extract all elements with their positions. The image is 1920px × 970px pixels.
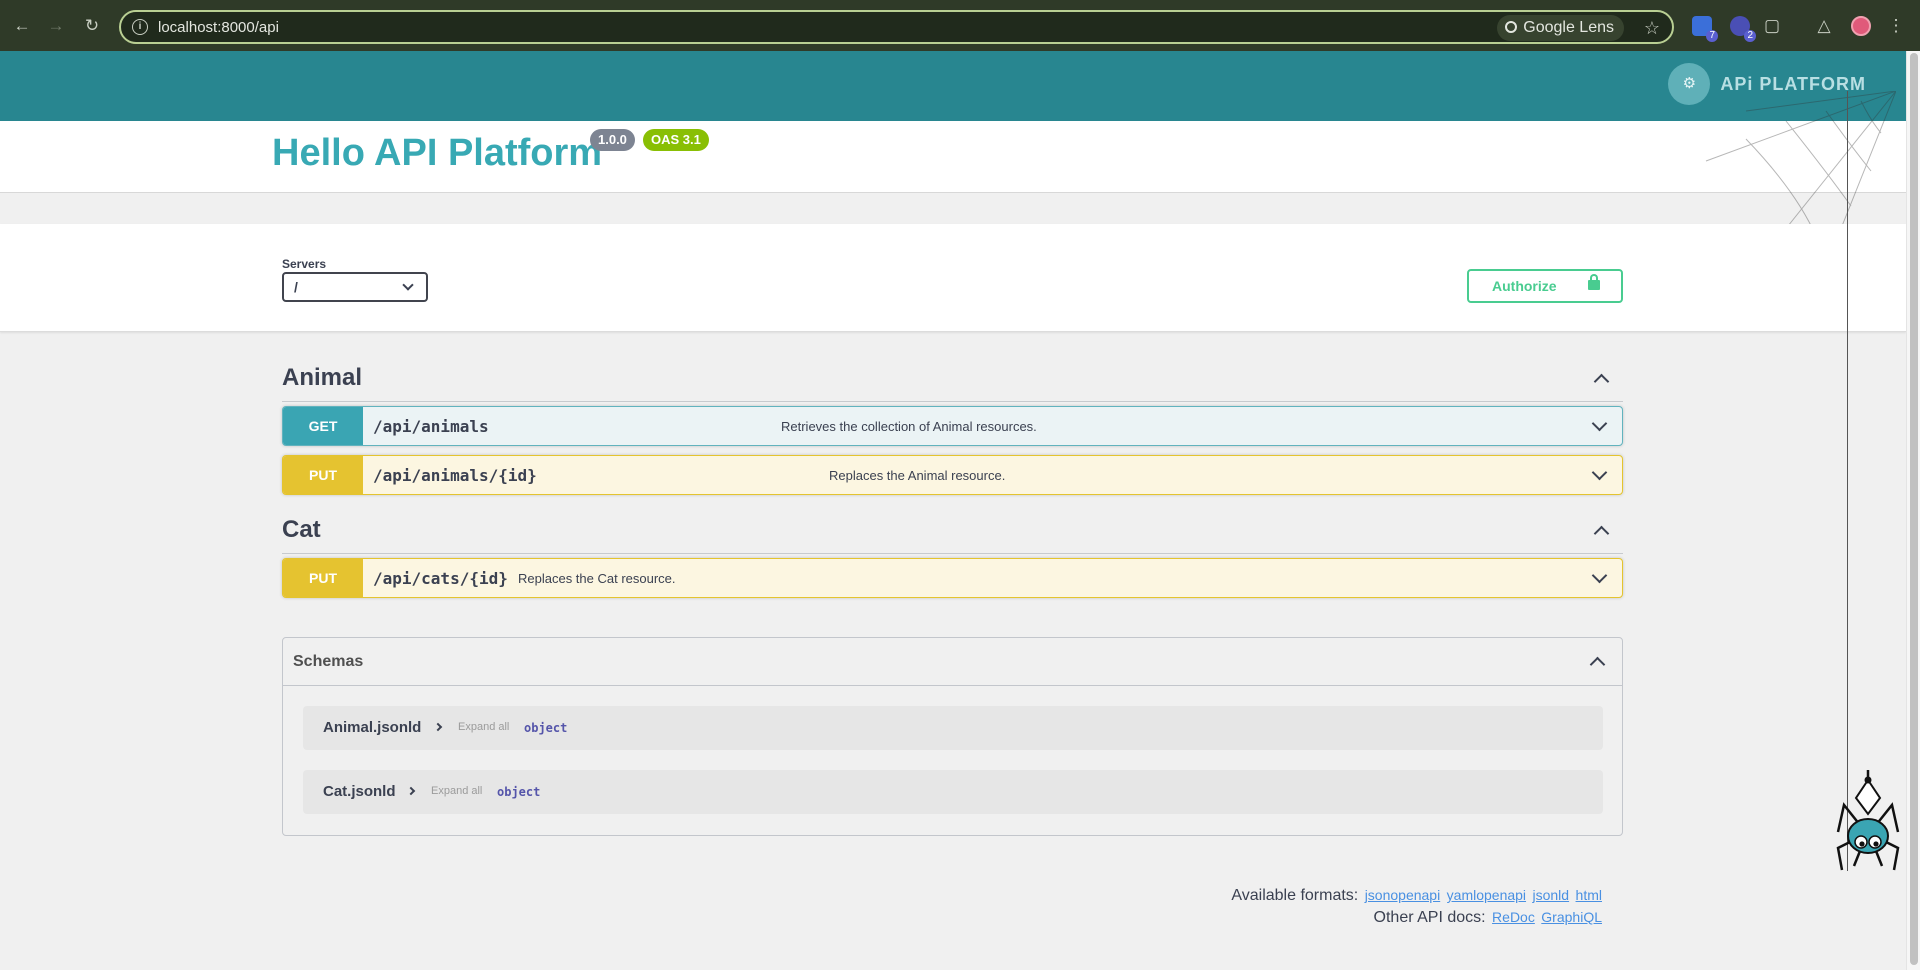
swagger-topbar: ⚙ APi PLATFORM	[0, 51, 1906, 121]
docs-link-redoc[interactable]: ReDoc	[1492, 909, 1535, 925]
chevron-down-icon[interactable]	[1591, 567, 1608, 584]
operation-put-animal[interactable]: PUT /api/animals/{id} Replaces the Anima…	[282, 455, 1623, 495]
operation-summary: Retrieves the collection of Animal resou…	[781, 419, 1037, 434]
method-badge: GET	[283, 407, 363, 445]
site-info-icon[interactable]: i	[132, 19, 148, 35]
servers-label: Servers	[282, 257, 327, 271]
scrollbar-thumb[interactable]	[1910, 53, 1918, 965]
chevron-up-icon[interactable]	[1589, 656, 1606, 673]
schema-name[interactable]: Animal.jsonld	[323, 719, 421, 736]
operation-summary: Replaces the Cat resource.	[518, 571, 676, 586]
operation-path: /api/animals/{id}	[373, 466, 537, 485]
authorize-label: Authorize	[1492, 278, 1557, 294]
servers-select[interactable]: /	[282, 272, 428, 302]
profile-avatar[interactable]	[1851, 16, 1871, 36]
menu-kebab-icon[interactable]: ⋮	[1884, 14, 1908, 38]
format-link-jsonopenapi[interactable]: jsonopenapi	[1365, 887, 1441, 903]
page-scrollbar[interactable]	[1906, 51, 1920, 970]
tag-cat[interactable]: Cat	[282, 508, 1623, 554]
format-link-html[interactable]: html	[1576, 887, 1602, 903]
chevron-down-icon[interactable]	[1591, 464, 1608, 481]
spider-thread-line	[1847, 91, 1848, 871]
browser-toolbar: ← → ↻ i localhost:8000/api Google Lens ☆…	[0, 0, 1920, 51]
tag-title: Animal	[282, 364, 363, 391]
authorize-button[interactable]: Authorize	[1467, 269, 1623, 303]
search-icon	[1505, 21, 1518, 33]
schemas-header[interactable]: Schemas	[283, 638, 1622, 686]
page-title: Hello API Platform	[272, 132, 603, 174]
operation-put-cat[interactable]: PUT /api/cats/{id} Replaces the Cat reso…	[282, 558, 1623, 598]
extension-1-icon[interactable]: 7	[1692, 16, 1718, 42]
expand-all-button[interactable]: Expand all	[431, 785, 482, 797]
operation-path: /api/cats/{id}	[373, 569, 508, 588]
format-link-jsonld[interactable]: jsonld	[1533, 887, 1570, 903]
schema-type: object	[497, 785, 541, 799]
chevron-down-icon	[402, 279, 414, 291]
scheme-container: Servers / Authorize	[0, 224, 1906, 332]
chevron-down-icon[interactable]	[1591, 415, 1608, 432]
method-badge: PUT	[283, 559, 363, 597]
spider-web-decoration	[1705, 91, 1896, 241]
extension-2-badge: 2	[1744, 30, 1756, 42]
other-docs-label: Other API docs:	[1373, 909, 1486, 926]
available-formats: Available formats: jsonopenapi yamlopena…	[1231, 887, 1602, 905]
chevron-right-icon[interactable]	[433, 722, 443, 732]
bookmark-star-icon[interactable]: ☆	[1644, 15, 1660, 41]
schema-animal-jsonld[interactable]: Animal.jsonld Expand all object	[303, 706, 1603, 750]
schema-type: object	[524, 721, 568, 735]
page-viewport: ⚙ APi PLATFORM Hello API Platform 1.0.0 …	[0, 51, 1906, 970]
tag-title: Cat	[282, 516, 321, 543]
chevron-up-icon[interactable]	[1593, 373, 1610, 390]
servers-selected-value: /	[294, 279, 298, 295]
labs-flask-icon[interactable]: △	[1812, 14, 1836, 38]
other-api-docs: Other API docs: ReDoc GraphiQL	[1374, 909, 1602, 927]
info-section: Hello API Platform 1.0.0 OAS 3.1	[0, 121, 1906, 193]
chevron-up-icon[interactable]	[1593, 525, 1610, 542]
operation-get-animals[interactable]: GET /api/animals Retrieves the collectio…	[282, 406, 1623, 446]
schemas-section: Schemas Animal.jsonld Expand all object …	[282, 637, 1623, 836]
operation-path: /api/animals	[373, 417, 489, 436]
spider-mascot-icon	[1836, 770, 1900, 871]
schemas-title: Schemas	[293, 653, 364, 670]
lock-icon	[1588, 274, 1600, 290]
address-input[interactable]: localhost:8000/api	[158, 19, 279, 36]
google-lens-button[interactable]: Google Lens	[1497, 15, 1624, 41]
address-bar[interactable]: i localhost:8000/api Google Lens ☆	[119, 10, 1674, 44]
extension-2-icon[interactable]: 2	[1730, 16, 1756, 42]
extensions-puzzle-icon[interactable]: ▢	[1760, 14, 1784, 38]
forward-icon[interactable]: →	[44, 14, 68, 38]
schema-name[interactable]: Cat.jsonld	[323, 783, 396, 800]
schema-cat-jsonld[interactable]: Cat.jsonld Expand all object	[303, 770, 1603, 814]
expand-all-button[interactable]: Expand all	[458, 721, 509, 733]
operation-summary: Replaces the Animal resource.	[829, 468, 1006, 483]
back-icon[interactable]: ←	[10, 14, 34, 38]
oas-badge: OAS 3.1	[643, 129, 709, 151]
docs-link-graphiql[interactable]: GraphiQL	[1541, 909, 1602, 925]
format-link-yamlopenapi[interactable]: yamlopenapi	[1447, 887, 1526, 903]
method-badge: PUT	[283, 456, 363, 494]
reload-icon[interactable]: ↻	[80, 14, 104, 38]
version-badge: 1.0.0	[590, 129, 635, 151]
extension-1-badge: 7	[1706, 30, 1718, 42]
google-lens-label: Google Lens	[1523, 19, 1614, 36]
tag-animal[interactable]: Animal	[282, 356, 1623, 402]
formats-label: Available formats:	[1231, 887, 1359, 904]
chevron-right-icon[interactable]	[406, 786, 416, 796]
